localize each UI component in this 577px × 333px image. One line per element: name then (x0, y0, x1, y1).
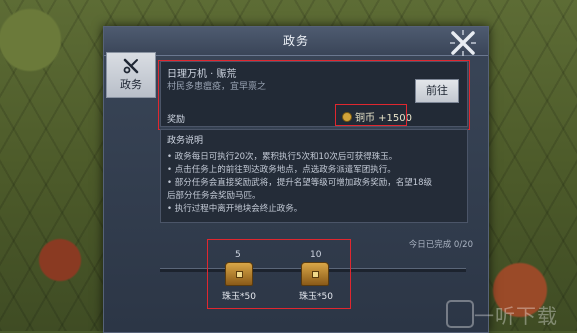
tab-government[interactable]: 政务 (106, 52, 156, 98)
tab-label: 政务 (120, 78, 142, 91)
reward-amount: 铜币 +1500 (342, 109, 412, 124)
instruction-line: • 政务每日可执行20次，累积执行5次和10次后可获得珠玉。 (167, 152, 398, 162)
copper-coin-icon (342, 112, 352, 122)
instruction-line: • 点击任务上的前往到达政务地点，点选政务派遣军团执行。 (167, 165, 396, 175)
milestone-count: 10 (310, 250, 322, 260)
task-name: 日理万机 · 赈荒 (167, 69, 237, 80)
go-button[interactable]: 前往 (415, 79, 459, 103)
milestone-reward: 珠玉*50 (222, 292, 256, 302)
watermark-text: 一听下载 (474, 304, 558, 328)
close-icon[interactable] (448, 28, 478, 58)
instruction-line: • 部分任务会直接奖励武将，提升名望等级可增加政务奖励，名望18级 (167, 178, 433, 188)
instruction-line: • 执行过程中离开地块会终止政务。 (167, 204, 303, 214)
instructions-box: 政务说明 • 政务每日可执行20次，累积执行5次和10次后可获得珠玉。 • 点击… (160, 129, 468, 223)
milestone-count: 5 (235, 250, 241, 260)
instruction-line: 后部分任务会奖励马匹。 (167, 191, 261, 201)
tools-icon (123, 58, 139, 74)
panel-title: 政务 (282, 34, 309, 48)
daily-progress: 今日已完成 0/20 (408, 240, 473, 250)
reward-label: 奖励 (167, 115, 186, 125)
task-card: 日理万机 · 赈荒 村民多患瘟疫，宜早禀之 奖励 铜币 +1500 前往 (160, 61, 468, 127)
instructions-title: 政务说明 (167, 136, 204, 146)
milestone-reward: 珠玉*50 (299, 292, 333, 302)
task-description: 村民多患瘟疫，宜早禀之 (167, 82, 267, 92)
watermark-logo-icon (446, 300, 474, 328)
title-bar: 政务 (104, 27, 488, 56)
treasure-chest-icon[interactable] (225, 262, 253, 286)
treasure-chest-icon[interactable] (301, 262, 329, 286)
reward-amount-text: 铜币 +1500 (355, 113, 413, 124)
